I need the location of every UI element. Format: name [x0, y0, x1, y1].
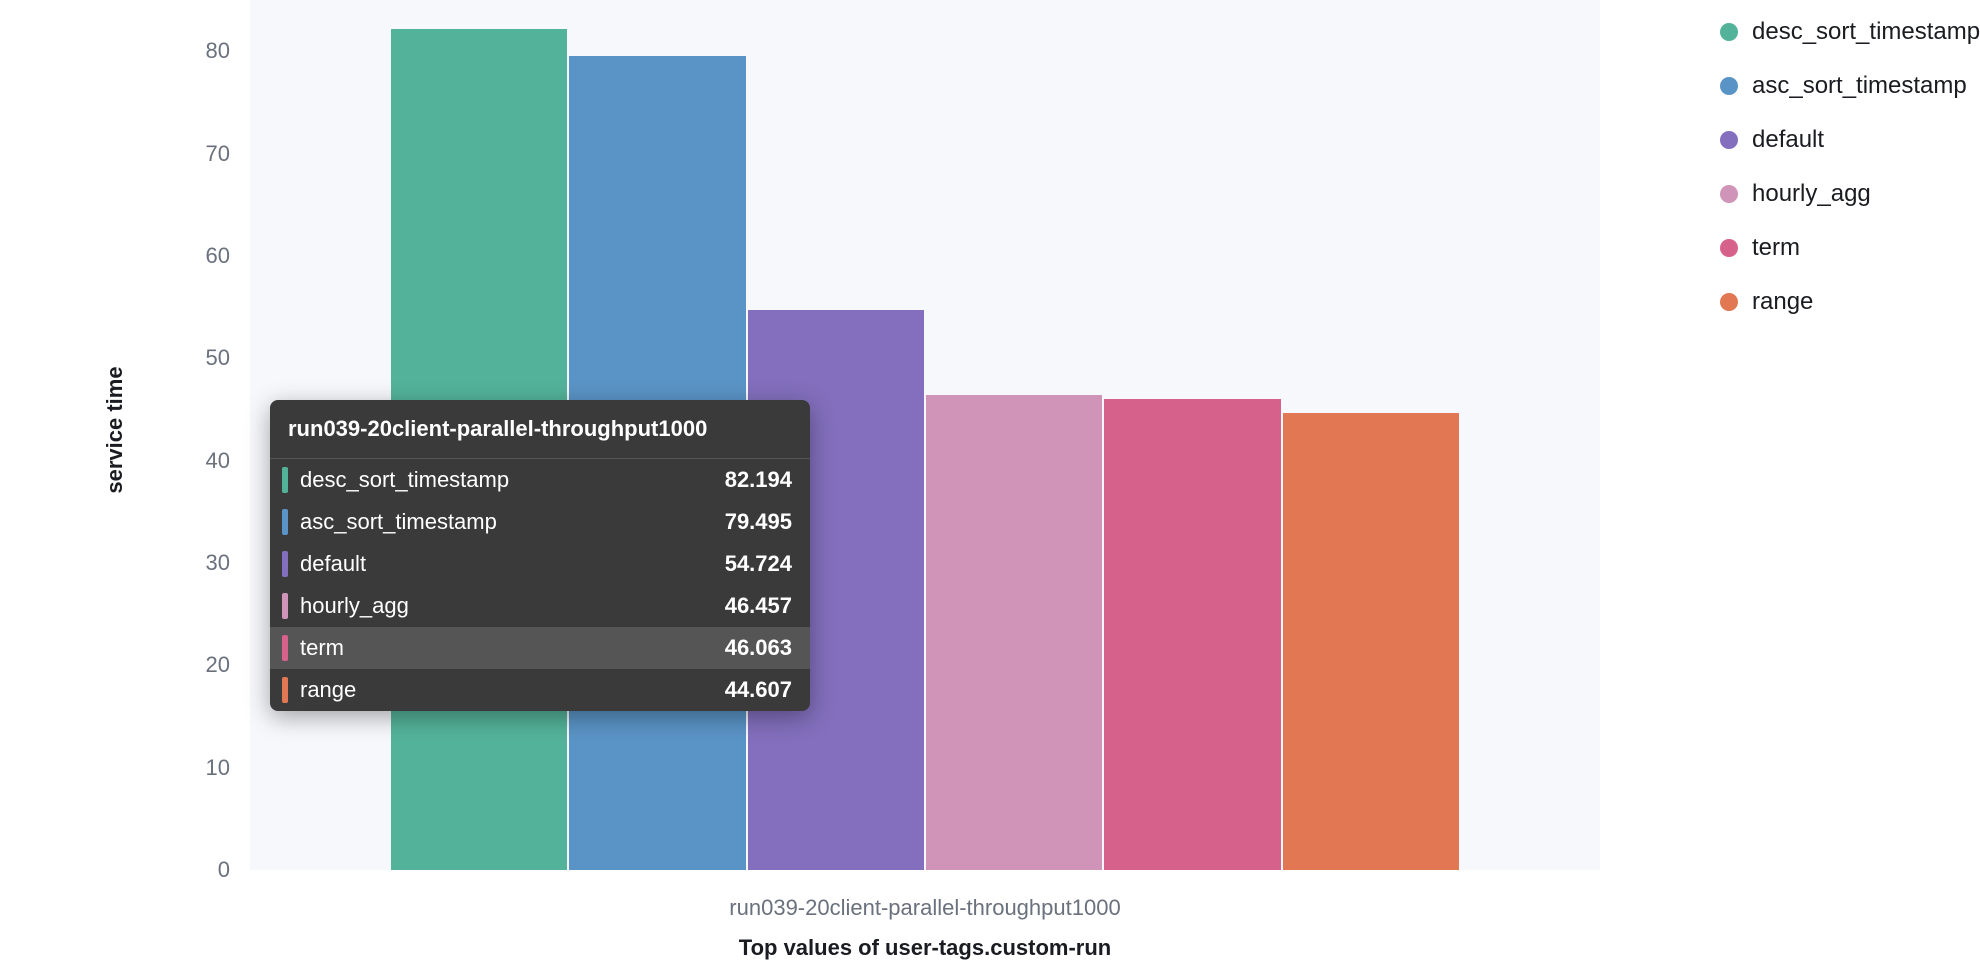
tooltip-series-value: 54.724	[725, 551, 792, 577]
legend-label: asc_sort_timestamp	[1752, 72, 1967, 100]
y-tick: 10	[160, 755, 230, 781]
legend-swatch-icon	[1720, 131, 1738, 149]
tooltip-swatch-icon	[282, 509, 288, 535]
legend-swatch-icon	[1720, 293, 1738, 311]
y-tick: 70	[160, 141, 230, 167]
tooltip-swatch-icon	[282, 635, 288, 661]
y-tick: 20	[160, 652, 230, 678]
tooltip-swatch-icon	[282, 677, 288, 703]
tooltip-series-value: 44.607	[725, 677, 792, 703]
x-tick-label: run039-20client-parallel-throughput1000	[250, 895, 1600, 921]
bar-range[interactable]	[1283, 413, 1459, 870]
x-axis-label: Top values of user-tags.custom-run	[250, 935, 1600, 961]
bar-hourly_agg[interactable]	[926, 395, 1102, 871]
legend-label: range	[1752, 288, 1813, 316]
tooltip-row: asc_sort_timestamp79.495	[270, 501, 810, 543]
y-tick: 0	[160, 857, 230, 883]
tooltip-series-value: 79.495	[725, 509, 792, 535]
legend-label: hourly_agg	[1752, 180, 1871, 208]
y-tick: 50	[160, 345, 230, 371]
tooltip-row: hourly_agg46.457	[270, 585, 810, 627]
tooltip-title: run039-20client-parallel-throughput1000	[270, 400, 810, 459]
legend-item-desc_sort_timestamp[interactable]: desc_sort_timestamp	[1720, 18, 1980, 46]
tooltip-swatch-icon	[282, 467, 288, 493]
tooltip-row: desc_sort_timestamp82.194	[270, 459, 810, 501]
tooltip-swatch-icon	[282, 593, 288, 619]
tooltip-series-name: hourly_agg	[300, 593, 725, 619]
legend-swatch-icon	[1720, 239, 1738, 257]
legend-item-default[interactable]: default	[1720, 126, 1980, 154]
legend-swatch-icon	[1720, 185, 1738, 203]
legend-label: default	[1752, 126, 1824, 154]
legend-item-asc_sort_timestamp[interactable]: asc_sort_timestamp	[1720, 72, 1980, 100]
tooltip-series-value: 46.063	[725, 635, 792, 661]
y-tick: 80	[160, 38, 230, 64]
legend-item-hourly_agg[interactable]: hourly_agg	[1720, 180, 1980, 208]
bar-term[interactable]	[1104, 399, 1280, 870]
y-axis-ticks: 01020304050607080	[160, 0, 240, 870]
tooltip-series-name: range	[300, 677, 725, 703]
legend-label: term	[1752, 234, 1800, 262]
legend: desc_sort_timestamp asc_sort_timestampdef…	[1720, 18, 1980, 342]
tooltip-series-value: 82.194	[725, 467, 792, 493]
y-tick: 30	[160, 550, 230, 576]
legend-item-range[interactable]: range	[1720, 288, 1980, 316]
legend-item-term[interactable]: term	[1720, 234, 1980, 262]
y-tick: 40	[160, 448, 230, 474]
tooltip-series-name: term	[300, 635, 725, 661]
tooltip-swatch-icon	[282, 551, 288, 577]
chart: service time 0 10 20 30 40 50 60 70 80 run039-20…	[60, 0, 1620, 958]
legend-swatch-icon	[1720, 23, 1738, 41]
tooltip-series-name: desc_sort_timestamp	[300, 467, 725, 493]
tooltip-row: range44.607	[270, 669, 810, 711]
y-axis-label: service time	[102, 366, 128, 493]
tooltip-row: default54.724	[270, 543, 810, 585]
tooltip: run039-20client-parallel-throughput1000 …	[270, 400, 810, 711]
tooltip-row: term46.063	[270, 627, 810, 669]
y-tick: 60	[160, 243, 230, 269]
legend-swatch-icon	[1720, 77, 1738, 95]
tooltip-series-name: asc_sort_timestamp	[300, 509, 725, 535]
legend-label: desc_sort_timestamp	[1752, 18, 1980, 46]
tooltip-series-value: 46.457	[725, 593, 792, 619]
tooltip-series-name: default	[300, 551, 725, 577]
